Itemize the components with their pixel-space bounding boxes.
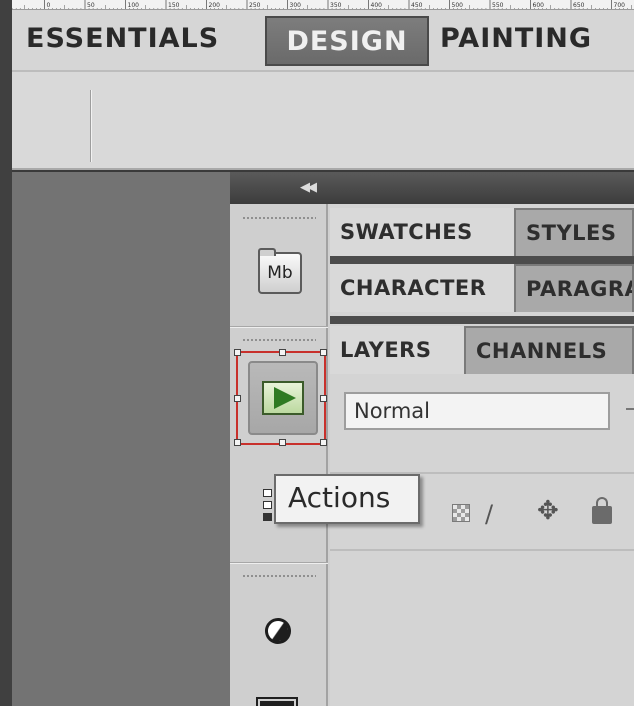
history-square bbox=[263, 501, 272, 509]
ruler-label: 400 bbox=[371, 2, 383, 9]
mini-bridge-label: Mb bbox=[267, 263, 293, 283]
selection-handle bbox=[279, 349, 286, 356]
collapse-icon[interactable]: ◀◀ bbox=[300, 180, 317, 195]
workspace-painting[interactable]: PAINTING bbox=[440, 10, 634, 66]
dock-grip[interactable] bbox=[242, 574, 316, 578]
transparency-lock-icon[interactable] bbox=[452, 504, 470, 522]
dock-separator bbox=[230, 562, 328, 564]
history-square bbox=[263, 489, 272, 497]
history-square bbox=[263, 513, 272, 521]
selection-handle bbox=[234, 349, 241, 356]
ruler-label: 600 bbox=[533, 2, 545, 9]
photoshop-window: 0050100150200250300350400450500550600650… bbox=[0, 0, 634, 706]
play-icon bbox=[262, 381, 304, 415]
ruler-label: 550 bbox=[492, 2, 504, 9]
ruler-label: 300 bbox=[290, 2, 302, 9]
dock-header: ◀◀ bbox=[230, 172, 634, 204]
masks-icon[interactable] bbox=[256, 697, 298, 706]
options-divider bbox=[90, 90, 92, 162]
dock-separator bbox=[230, 326, 328, 328]
dock-grip[interactable] bbox=[242, 338, 316, 342]
tab-styles[interactable]: STYLES bbox=[514, 208, 634, 256]
workspace-essentials[interactable]: ESSENTIALS bbox=[26, 10, 226, 66]
dock-icon-column: Mb bbox=[230, 204, 328, 706]
selection-handle bbox=[279, 439, 286, 446]
selection-handle bbox=[320, 439, 327, 446]
selection-handle bbox=[234, 439, 241, 446]
chevron-down-icon[interactable] bbox=[626, 408, 634, 410]
tab-channels[interactable]: CHANNELS bbox=[464, 326, 634, 374]
canvas-background bbox=[12, 172, 230, 706]
ruler-label: 500 bbox=[452, 2, 464, 9]
tab-layers[interactable]: LAYERS bbox=[330, 326, 464, 374]
window-edge bbox=[0, 0, 12, 706]
workspace-design[interactable]: DESIGN bbox=[265, 16, 429, 66]
tab-character[interactable]: CHARACTER bbox=[330, 264, 514, 312]
brush-lock-icon[interactable]: / bbox=[485, 500, 493, 528]
actions-selection-outline bbox=[234, 349, 327, 446]
selection-handle bbox=[320, 395, 327, 402]
options-bar bbox=[12, 70, 634, 170]
panel-dock: ◀◀ Mb Actions SWATCHES STYLES CHARACTER … bbox=[230, 172, 634, 706]
lock-icon[interactable] bbox=[592, 497, 612, 524]
move-lock-icon[interactable]: ✥ bbox=[537, 496, 559, 526]
tab-swatches[interactable]: SWATCHES bbox=[330, 208, 514, 256]
ruler-label: 700 bbox=[614, 2, 626, 9]
ruler-ticks: 0050100150200250300350400450500550600650… bbox=[12, 0, 632, 9]
dock-grip[interactable] bbox=[242, 216, 316, 220]
ruler-label: 450 bbox=[411, 2, 423, 9]
mini-bridge-icon[interactable]: Mb bbox=[258, 252, 302, 294]
ruler-label: 200 bbox=[209, 2, 221, 9]
selection-handle bbox=[234, 395, 241, 402]
actions-tooltip: Actions bbox=[274, 474, 420, 524]
selection-handle bbox=[320, 349, 327, 356]
panel-divider bbox=[330, 549, 634, 551]
ruler-label: 50 bbox=[87, 2, 95, 9]
panels-area: SWATCHES STYLES CHARACTER PARAGRAPH LAYE… bbox=[330, 204, 634, 706]
ruler-label: 0 bbox=[47, 2, 51, 9]
horizontal-ruler: 0050100150200250300350400450500550600650… bbox=[12, 0, 634, 10]
panel-group-divider bbox=[330, 256, 634, 264]
workspace-switcher: ESSENTIALS DESIGN PAINTING bbox=[12, 10, 634, 70]
panel-group-divider bbox=[330, 316, 634, 324]
tab-paragraph[interactable]: PARAGRAPH bbox=[514, 264, 634, 312]
blend-mode-select[interactable]: Normal bbox=[344, 392, 610, 430]
ruler-label: 100 bbox=[128, 2, 140, 9]
ruler-label: 650 bbox=[573, 2, 585, 9]
actions-button[interactable] bbox=[248, 361, 318, 435]
adjustments-icon[interactable] bbox=[262, 615, 294, 647]
ruler-label: 250 bbox=[249, 2, 261, 9]
ruler-label: 150 bbox=[168, 2, 180, 9]
ruler-label: 350 bbox=[330, 2, 342, 9]
